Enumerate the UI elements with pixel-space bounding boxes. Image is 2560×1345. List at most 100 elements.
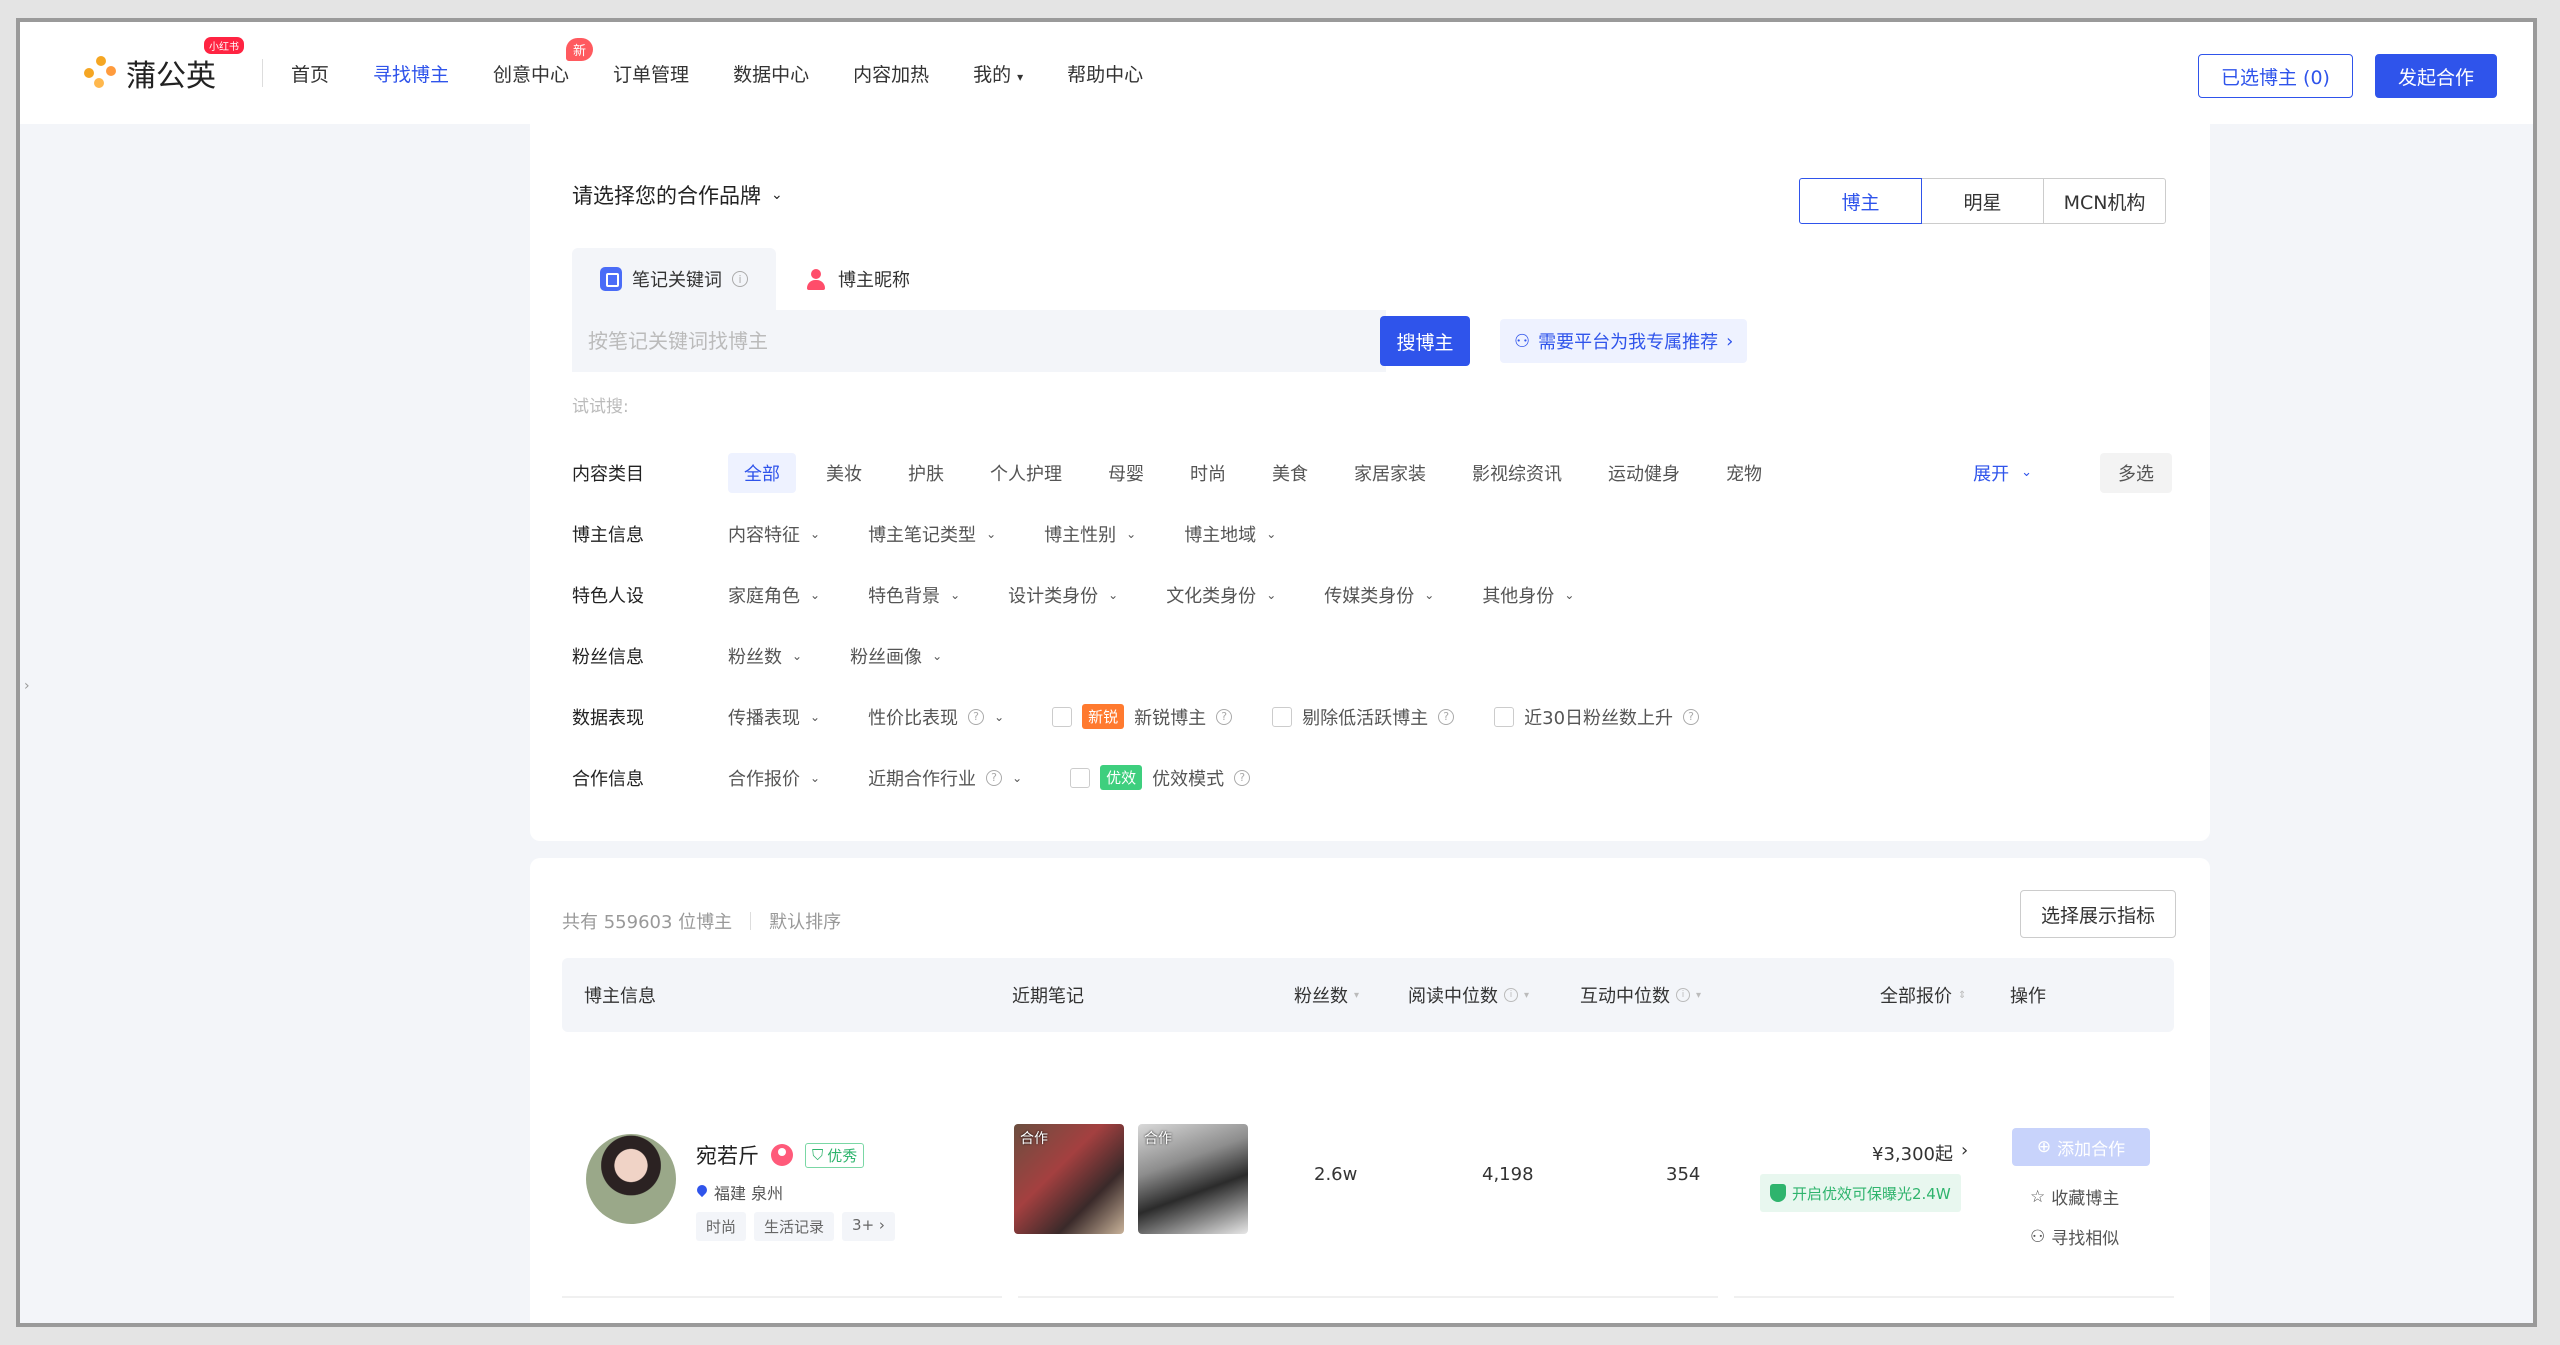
chip-skincare[interactable]: 护肤	[892, 453, 960, 493]
chip-fashion[interactable]: 时尚	[1174, 453, 1242, 493]
dropdown-spread[interactable]: 传播表现 ⌄	[728, 704, 820, 730]
chip-home[interactable]: 家居家装	[1338, 453, 1442, 493]
top-header: 蒲公英 小红书 首页 寻找博主 创意中心新 订单管理 数据中心 内容加热 我的 ▾…	[20, 22, 2533, 124]
filter-row-label: 粉丝信息	[572, 646, 644, 668]
check-rising-blogger[interactable]: 新锐 新锐博主 ?	[1052, 704, 1233, 730]
nav-creative-center[interactable]: 创意中心新	[493, 37, 594, 87]
search-input[interactable]	[572, 310, 1386, 372]
results-summary: 共有 559603 位博主 默认排序	[562, 908, 841, 934]
check-effective-mode[interactable]: 优效 优效模式 ?	[1070, 765, 1251, 791]
column-label: 近期笔记	[1012, 986, 1084, 1007]
chevron-down-icon: ⌄	[810, 526, 821, 541]
help-icon: ?	[1216, 708, 1233, 725]
user-icon	[804, 267, 828, 291]
dropdown-fan-profile[interactable]: 粉丝画像 ⌄	[850, 643, 942, 669]
dropdown-fan-count[interactable]: 粉丝数 ⌄	[728, 643, 802, 669]
multi-select-button[interactable]: 多选	[2100, 452, 2172, 493]
logo[interactable]: 蒲公英 小红书	[84, 37, 244, 95]
col-quote[interactable]: 全部报价 ⇕	[1880, 958, 1966, 1032]
dropdown-other-identity[interactable]: 其他身份 ⌄	[1482, 582, 1574, 608]
checkbox[interactable]	[1070, 767, 1091, 788]
blogger-name[interactable]: 宛若斤	[696, 1140, 759, 1170]
nav-mine[interactable]: 我的 ▾	[973, 60, 1023, 87]
chip-all[interactable]: 全部	[728, 452, 796, 493]
note-thumbnail[interactable]: 合作	[1138, 1124, 1248, 1234]
checkbox[interactable]	[1494, 706, 1515, 727]
nav-orders[interactable]: 订单管理	[613, 60, 689, 87]
dropdown-media-identity[interactable]: 传媒类身份 ⌄	[1324, 582, 1434, 608]
chip-personal-care[interactable]: 个人护理	[974, 453, 1078, 493]
check-exclude-inactive[interactable]: 剔除低活跃博主 ?	[1272, 704, 1455, 730]
dropdown-quote[interactable]: 合作报价 ⌄	[728, 765, 820, 791]
more-tags[interactable]: 3+ ›	[842, 1212, 895, 1241]
type-blogger[interactable]: 博主	[1799, 178, 1922, 224]
effective-tag: 优效	[1100, 765, 1143, 790]
avatar[interactable]	[586, 1134, 676, 1224]
search-button[interactable]: 搜博主	[1380, 316, 1470, 366]
dropdown-region[interactable]: 博主地域 ⌄	[1184, 521, 1276, 547]
sort-option[interactable]: 默认排序	[769, 908, 841, 934]
brand-select[interactable]: 请选择您的合作品牌 ⌄	[572, 180, 783, 210]
start-cooperation-button[interactable]: 发起合作	[2374, 54, 2497, 98]
nav-home[interactable]: 首页	[291, 60, 329, 87]
dropdown-family-role[interactable]: 家庭角色 ⌄	[728, 582, 820, 608]
col-read-median[interactable]: 阅读中位数 i ▾	[1408, 958, 1529, 1032]
dropdown-note-type[interactable]: 博主笔记类型 ⌄	[868, 521, 996, 547]
dandelion-icon	[84, 56, 118, 90]
chip-mother-baby[interactable]: 母婴	[1092, 453, 1160, 493]
tab-blogger-nickname[interactable]: 博主昵称	[776, 248, 938, 310]
table-row[interactable]: 宛若斤 ⛉ 优秀 福建 泉州 时尚 生活记录 3+ › 合作 合作 2.6w 4,…	[562, 1092, 2174, 1298]
star-icon: ☆	[2030, 1186, 2046, 1207]
column-label: 粉丝数	[1294, 986, 1348, 1007]
blogger-tags: 时尚 生活记录 3+ ›	[696, 1212, 895, 1241]
dropdown-special-background[interactable]: 特色背景 ⌄	[868, 582, 960, 608]
dropdown-label: 传播表现	[728, 707, 800, 729]
type-celebrity[interactable]: 明星	[1921, 178, 2044, 224]
dropdown-recent-industry[interactable]: 近期合作行业? ⌄	[868, 765, 1022, 791]
nav-data-center[interactable]: 数据中心	[733, 60, 809, 87]
check-fans-rising[interactable]: 近30日粉丝数上升 ?	[1494, 704, 1700, 730]
tag: 生活记录	[754, 1212, 835, 1241]
nav-help-center[interactable]: 帮助中心	[1067, 60, 1143, 87]
check-label: 剔除低活跃博主	[1302, 707, 1429, 729]
col-blogger-info: 博主信息	[584, 958, 656, 1032]
brand-select-label: 请选择您的合作品牌	[572, 184, 761, 208]
filter-row-blogger-info: 博主信息 内容特征 ⌄ 博主笔记类型 ⌄ 博主性别 ⌄ 博主地域 ⌄	[572, 503, 2172, 564]
dropdown-culture-identity[interactable]: 文化类身份 ⌄	[1166, 582, 1276, 608]
chevron-down-icon: ⌄	[810, 709, 821, 724]
type-mcn[interactable]: MCN机构	[2043, 178, 2166, 224]
checkbox[interactable]	[1052, 706, 1073, 727]
recommend-button[interactable]: ⚇ 需要平台为我专属推荐 ›	[1500, 319, 1748, 363]
selected-bloggers-button[interactable]: 已选博主 (0)	[2198, 54, 2353, 98]
checkbox[interactable]	[1272, 706, 1293, 727]
note-thumbnail[interactable]: 合作	[1014, 1124, 1124, 1234]
nav-find-blogger[interactable]: 寻找博主	[373, 60, 449, 87]
dropdown-cost-effectiveness[interactable]: 性价比表现? ⌄	[868, 704, 1004, 730]
tab-note-keyword[interactable]: 笔记关键词 i	[572, 248, 776, 310]
dropdown-gender[interactable]: 博主性别 ⌄	[1044, 521, 1136, 547]
chip-food[interactable]: 美食	[1256, 453, 1324, 493]
chip-pets[interactable]: 宠物	[1710, 453, 1778, 493]
row-divider	[562, 1296, 2174, 1302]
collect-blogger-button[interactable]: ☆ 收藏博主	[2030, 1184, 2119, 1210]
nav-content-boost[interactable]: 内容加热	[853, 60, 929, 87]
chevron-down-icon: ⌄	[986, 526, 997, 541]
chevron-down-icon: ⌄	[810, 587, 821, 602]
expand-button[interactable]: 展开 ⌄	[1973, 460, 2032, 486]
chip-entertainment[interactable]: 影视综资讯	[1456, 453, 1578, 493]
add-cooperation-button[interactable]: ⊕ 添加合作	[2012, 1128, 2150, 1166]
chevron-down-icon: ⌄	[810, 770, 821, 785]
find-similar-button[interactable]: ⚇ 寻找相似	[2030, 1224, 2119, 1250]
col-fans[interactable]: 粉丝数 ▾	[1294, 958, 1359, 1032]
boost-badge[interactable]: 开启优效可保曝光2.4W	[1760, 1174, 1961, 1212]
price[interactable]: ¥3,300起 ›	[1872, 1140, 1968, 1166]
dropdown-content-feature[interactable]: 内容特征 ⌄	[728, 521, 820, 547]
select-metrics-button[interactable]: 选择展示指标	[2019, 890, 2176, 938]
dropdown-design-identity[interactable]: 设计类身份 ⌄	[1008, 582, 1118, 608]
location-text: 福建 泉州	[714, 1184, 784, 1203]
boost-label: 开启优效可保曝光2.4W	[1792, 1184, 1951, 1203]
chip-fitness[interactable]: 运动健身	[1592, 453, 1696, 493]
collapse-arrow-icon[interactable]: ›	[24, 678, 30, 694]
col-interact-median[interactable]: 互动中位数 i ▾	[1580, 958, 1701, 1032]
chip-beauty[interactable]: 美妆	[810, 453, 878, 493]
